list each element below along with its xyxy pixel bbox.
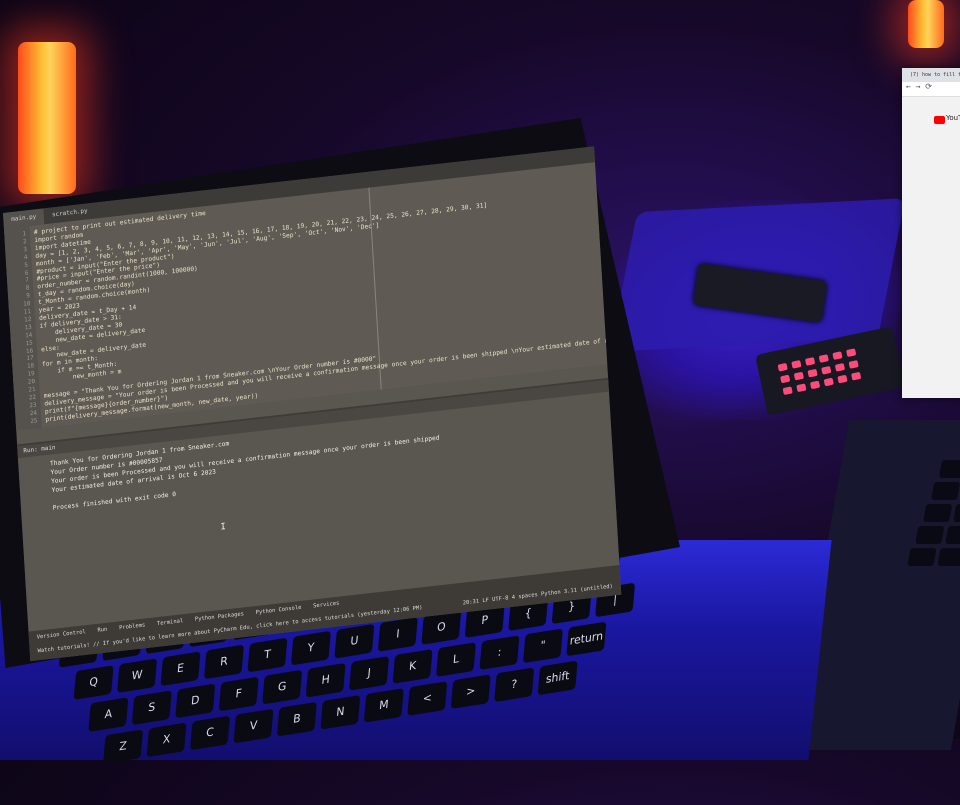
keyboard-key[interactable]: M bbox=[363, 688, 404, 723]
left-lamp bbox=[18, 42, 76, 194]
keyboard-key[interactable]: L bbox=[435, 642, 477, 677]
keyboard-key[interactable]: B bbox=[276, 701, 317, 737]
keyboard-key[interactable]: X bbox=[146, 722, 187, 758]
keyboard-key[interactable]: W bbox=[117, 658, 158, 694]
keyboard-key[interactable]: A bbox=[88, 697, 129, 732]
right-lamp bbox=[908, 0, 944, 48]
keyboard-key[interactable]: F bbox=[218, 676, 259, 712]
keyboard-key[interactable]: C bbox=[189, 715, 230, 751]
keyboard-key[interactable]: D bbox=[175, 683, 216, 719]
keyboard-key[interactable]: S bbox=[131, 690, 172, 726]
keyboard-key[interactable]: Y bbox=[290, 630, 331, 666]
console-output-line: Process finished with exit code 0 bbox=[52, 491, 177, 512]
address-bar[interactable]: ← → ⟳ bbox=[902, 82, 960, 97]
youtube-logo-icon bbox=[934, 116, 945, 124]
keyboard-key[interactable]: < bbox=[407, 681, 448, 716]
keyboard-key[interactable]: ? bbox=[494, 667, 535, 703]
keyboard-key[interactable]: I bbox=[377, 617, 418, 652]
keyboard-key[interactable]: R bbox=[203, 644, 245, 680]
keyboard-key[interactable]: return bbox=[566, 621, 607, 657]
keyboard-key[interactable]: Z bbox=[103, 729, 144, 765]
tool-window-button[interactable]: Python Console bbox=[256, 605, 302, 616]
keyboard-key[interactable]: U bbox=[334, 623, 375, 659]
keyboard-key[interactable]: J bbox=[349, 655, 390, 691]
browser-tab[interactable]: (7) how to fill tax bbox=[902, 68, 960, 82]
keyboard-key[interactable]: " bbox=[522, 628, 563, 664]
ide-window: main.py scratch.py 1 # project to print o… bbox=[3, 146, 622, 662]
keyboard-key[interactable]: H bbox=[305, 662, 346, 698]
run-config-name[interactable]: main bbox=[41, 444, 56, 452]
browser-window: (7) how to fill tax ← → ⟳ YouTube bbox=[902, 68, 960, 398]
text-cursor-icon: I bbox=[220, 522, 227, 533]
keyboard-key[interactable]: N bbox=[320, 694, 361, 730]
keyboard-key[interactable]: K bbox=[392, 649, 433, 684]
keyboard-key[interactable]: G bbox=[262, 669, 303, 705]
keyboard-key[interactable]: : bbox=[479, 635, 520, 671]
keyboard-key[interactable]: V bbox=[233, 708, 274, 744]
keyboard-key[interactable]: > bbox=[450, 674, 491, 710]
keyboard-key[interactable]: shift bbox=[537, 660, 578, 696]
site-name: YouTube bbox=[946, 114, 960, 122]
tool-window-button[interactable]: Run bbox=[97, 627, 107, 634]
tool-window-button[interactable]: Terminal bbox=[157, 618, 183, 627]
keyboard-key[interactable]: Q bbox=[73, 665, 114, 700]
tool-window-button[interactable]: Services bbox=[313, 601, 339, 610]
keyboard-key[interactable]: T bbox=[247, 637, 288, 673]
keyboard-key[interactable]: E bbox=[160, 651, 201, 687]
tool-window-button[interactable]: Problems bbox=[119, 622, 145, 631]
run-label: Run bbox=[23, 446, 35, 455]
